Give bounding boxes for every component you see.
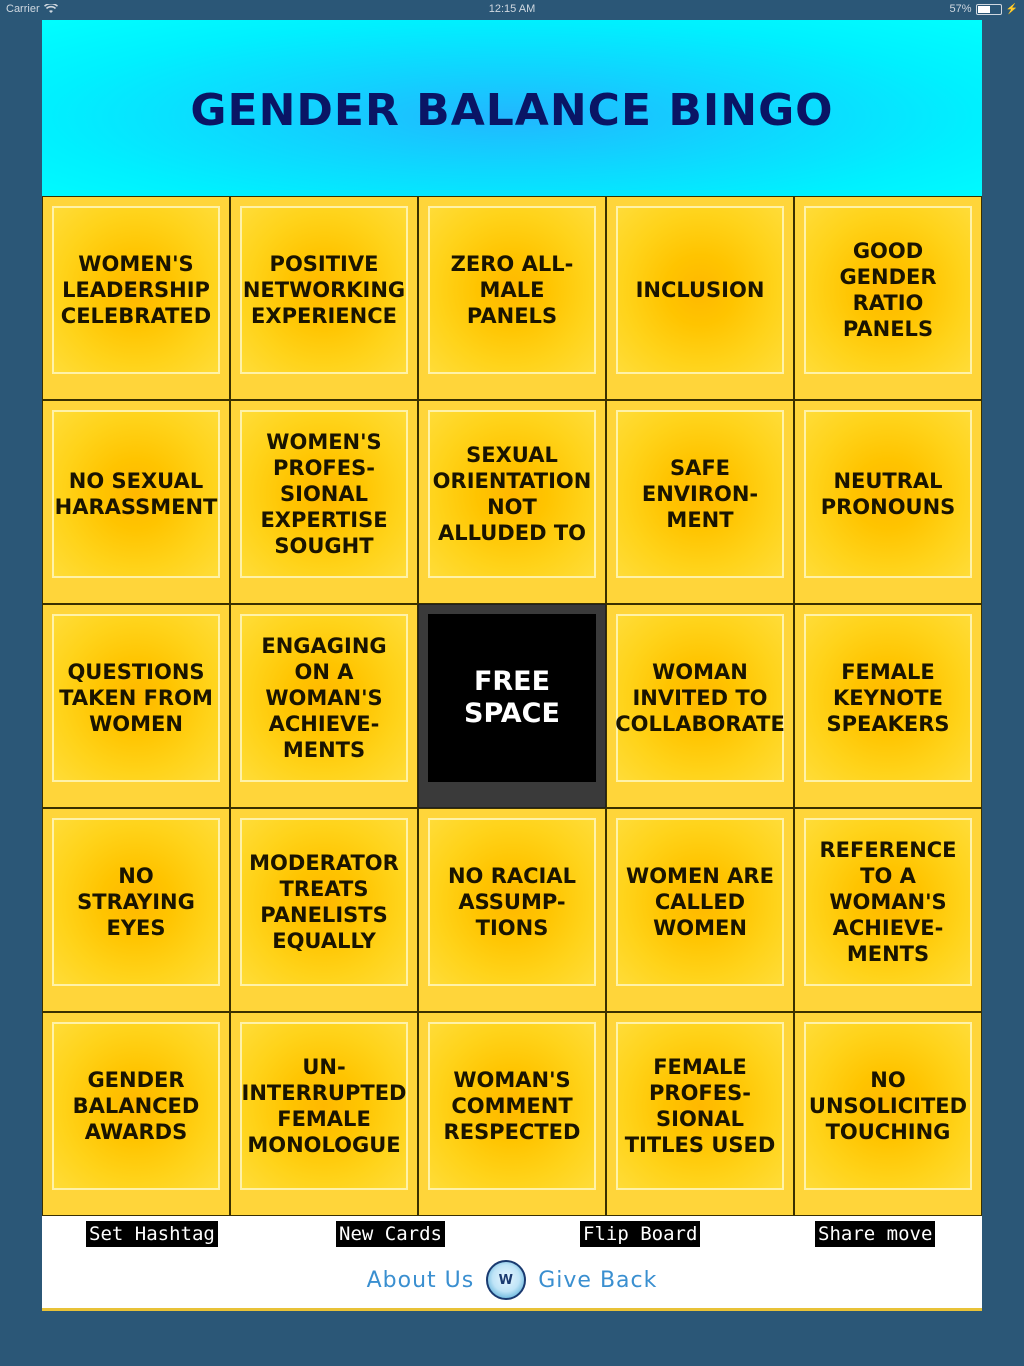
bingo-tile: FEMALE KEYNOTE SPEAKERS	[804, 614, 972, 782]
bingo-tile: FREE SPACE	[428, 614, 596, 782]
bingo-tile: ZERO ALL-MALE PANELS	[428, 206, 596, 374]
bingo-tile: WOMEN'S LEADERSHIP CELEBRATED	[52, 206, 220, 374]
bingo-cell[interactable]: INCLUSION	[606, 196, 794, 400]
bingo-cell-label: NEUTRAL PRONOUNS	[820, 469, 956, 519]
bingo-cell[interactable]: NO STRAYING EYES	[42, 808, 230, 1012]
bingo-cell-label: NO STRAYING EYES	[77, 864, 195, 940]
bingo-cell-label: GOOD GENDER RATIO PANELS	[839, 239, 937, 341]
bingo-cell-label: ENGAGING ON A WOMAN'S ACHIEVE-MENTS	[261, 634, 387, 762]
set-hashtag-button[interactable]: Set Hashtag	[86, 1221, 218, 1247]
bingo-tile: NO SEXUAL HARASSMENT	[52, 410, 220, 578]
bingo-cell-label: NO SEXUAL HARASSMENT	[54, 469, 218, 519]
share-move-button[interactable]: Share move	[815, 1221, 936, 1247]
battery-fill	[977, 5, 991, 13]
bingo-cell-label: WOMEN'S LEADERSHIP CELEBRATED	[60, 252, 212, 328]
bingo-cell-label: SEXUAL ORIENTATION NOT ALLUDED TO	[432, 443, 592, 545]
clock: 12:15 AM	[488, 3, 536, 15]
bingo-cell[interactable]: GENDER BALANCED AWARDS	[42, 1012, 230, 1216]
bingo-cell[interactable]: FEMALE PROFES-SIONAL TITLES USED	[606, 1012, 794, 1216]
give-back-link[interactable]: Give Back	[538, 1268, 657, 1293]
bingo-cell[interactable]: POSITIVE NETWORKING EXPERIENCE	[230, 196, 418, 400]
bingo-cell[interactable]: SAFE ENVIRON-MENT	[606, 400, 794, 604]
bingo-tile: NO STRAYING EYES	[52, 818, 220, 986]
bingo-cell-label: FEMALE KEYNOTE SPEAKERS	[826, 660, 950, 736]
bingo-cell[interactable]: NO SEXUAL HARASSMENT	[42, 400, 230, 604]
bingo-tile: NO RACIAL ASSUMP-TIONS	[428, 818, 596, 986]
bingo-tile: QUESTIONS TAKEN FROM WOMEN	[52, 614, 220, 782]
bingo-cell-label: UN-INTERRUPTED FEMALE MONOLOGUE	[241, 1055, 407, 1157]
about-us-link[interactable]: About Us	[367, 1268, 475, 1293]
bingo-cell[interactable]: WOMEN'S PROFES-SIONAL EXPERTISE SOUGHT	[230, 400, 418, 604]
bingo-cell[interactable]: NO RACIAL ASSUMP-TIONS	[418, 808, 606, 1012]
bingo-cell-label: GENDER BALANCED AWARDS	[72, 1068, 200, 1144]
bingo-cell-label: SAFE ENVIRON-MENT	[641, 456, 759, 532]
bingo-tile: FEMALE PROFES-SIONAL TITLES USED	[616, 1022, 784, 1190]
bingo-cell-label: INCLUSION	[635, 278, 765, 302]
bingo-tile: WOMAN'S COMMENT RESPECTED	[428, 1022, 596, 1190]
bingo-cell[interactable]: MODERATOR TREATS PANELISTS EQUALLY	[230, 808, 418, 1012]
wave-logo-icon[interactable]: W	[486, 1260, 527, 1300]
bingo-cell[interactable]: REFERENCE TO A WOMAN'S ACHIEVE-MENTS	[794, 808, 982, 1012]
bingo-cell-label: FREE SPACE	[464, 666, 560, 729]
charging-icon: ⚡	[1005, 3, 1018, 15]
bingo-tile: SAFE ENVIRON-MENT	[616, 410, 784, 578]
footer-links: About Us W Give Back	[42, 1258, 982, 1302]
bingo-cell-label: QUESTIONS TAKEN FROM WOMEN	[59, 660, 213, 736]
bingo-cell[interactable]: QUESTIONS TAKEN FROM WOMEN	[42, 604, 230, 808]
bingo-tile: NO UNSOLICITED TOUCHING	[804, 1022, 972, 1190]
bingo-tile: ENGAGING ON A WOMAN'S ACHIEVE-MENTS	[240, 614, 408, 782]
bingo-cell[interactable]: WOMAN INVITED TO COLLABORATE	[606, 604, 794, 808]
status-bar: Carrier 12:15 AM 57% ⚡	[0, 0, 1024, 20]
bingo-cell-label: NO UNSOLICITED TOUCHING	[808, 1068, 968, 1144]
flip-board-button[interactable]: Flip Board	[580, 1221, 701, 1247]
logo-letter: W	[498, 1272, 514, 1288]
bingo-cell-label: WOMAN'S COMMENT RESPECTED	[443, 1068, 581, 1144]
bingo-cell-label: FEMALE PROFES-SIONAL TITLES USED	[624, 1055, 776, 1157]
bingo-tile: SEXUAL ORIENTATION NOT ALLUDED TO	[428, 410, 596, 578]
bingo-cell-label: ZERO ALL-MALE PANELS	[450, 252, 574, 328]
bingo-tile: INCLUSION	[616, 206, 784, 374]
bingo-cell[interactable]: WOMAN'S COMMENT RESPECTED	[418, 1012, 606, 1216]
free-space-cell[interactable]: FREE SPACE	[418, 604, 606, 808]
bingo-cell-label: MODERATOR TREATS PANELISTS EQUALLY	[249, 851, 399, 953]
new-cards-button[interactable]: New Cards	[336, 1221, 445, 1247]
bingo-cell[interactable]: ZERO ALL-MALE PANELS	[418, 196, 606, 400]
bingo-cell[interactable]: UN-INTERRUPTED FEMALE MONOLOGUE	[230, 1012, 418, 1216]
battery-indicator: 57% ⚡	[950, 3, 1018, 15]
bingo-tile: GOOD GENDER RATIO PANELS	[804, 206, 972, 374]
bingo-tile: WOMEN ARE CALLED WOMEN	[616, 818, 784, 986]
bingo-cell[interactable]: WOMEN'S LEADERSHIP CELEBRATED	[42, 196, 230, 400]
battery-percent: 57%	[949, 3, 972, 15]
bingo-cell[interactable]: NO UNSOLICITED TOUCHING	[794, 1012, 982, 1216]
footer: Set Hashtag New Cards Flip Board Share m…	[42, 1216, 982, 1311]
bingo-cell[interactable]: FEMALE KEYNOTE SPEAKERS	[794, 604, 982, 808]
bingo-app: GENDER BALANCE BINGO WOMEN'S LEADERSHIP …	[42, 20, 982, 1311]
bingo-cell[interactable]: WOMEN ARE CALLED WOMEN	[606, 808, 794, 1012]
bingo-cell-label: WOMAN INVITED TO COLLABORATE	[615, 660, 785, 736]
page-title: GENDER BALANCE BINGO	[190, 84, 834, 136]
bingo-tile: UN-INTERRUPTED FEMALE MONOLOGUE	[240, 1022, 408, 1190]
bingo-cell-label: POSITIVE NETWORKING EXPERIENCE	[242, 252, 406, 328]
bingo-tile: WOMEN'S PROFES-SIONAL EXPERTISE SOUGHT	[240, 410, 408, 578]
battery-icon	[975, 3, 1002, 15]
bingo-tile: NEUTRAL PRONOUNS	[804, 410, 972, 578]
bingo-tile: WOMAN INVITED TO COLLABORATE	[615, 614, 785, 782]
bingo-tile: POSITIVE NETWORKING EXPERIENCE	[240, 206, 408, 374]
bingo-tile: MODERATOR TREATS PANELISTS EQUALLY	[240, 818, 408, 986]
bingo-cell-label: NO RACIAL ASSUMP-TIONS	[447, 864, 577, 940]
bingo-cell-label: REFERENCE TO A WOMAN'S ACHIEVE-MENTS	[819, 838, 957, 966]
bingo-cell-label: WOMEN ARE CALLED WOMEN	[626, 864, 774, 940]
bingo-cell[interactable]: ENGAGING ON A WOMAN'S ACHIEVE-MENTS	[230, 604, 418, 808]
bingo-cell[interactable]: SEXUAL ORIENTATION NOT ALLUDED TO	[418, 400, 606, 604]
bingo-tile: REFERENCE TO A WOMAN'S ACHIEVE-MENTS	[804, 818, 972, 986]
bingo-board: WOMEN'S LEADERSHIP CELEBRATED POSITIVE NE…	[42, 196, 982, 1216]
bingo-cell[interactable]: NEUTRAL PRONOUNS	[794, 400, 982, 604]
header: GENDER BALANCE BINGO	[42, 20, 982, 196]
bingo-cell[interactable]: GOOD GENDER RATIO PANELS	[794, 196, 982, 400]
bingo-cell-label: WOMEN'S PROFES-SIONAL EXPERTISE SOUGHT	[260, 430, 388, 558]
bingo-tile: GENDER BALANCED AWARDS	[52, 1022, 220, 1190]
